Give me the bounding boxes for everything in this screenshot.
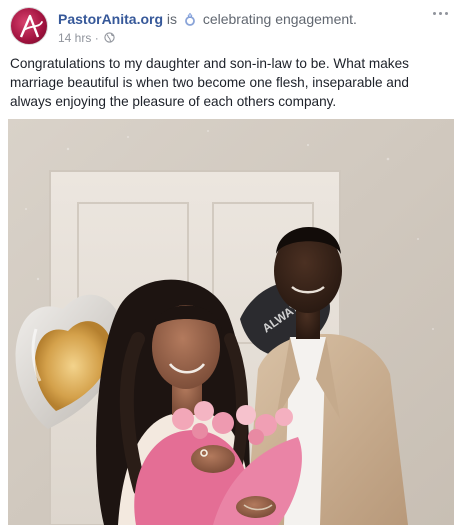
post-title-line: PastorAnita.org is celebrating engagemen… [58,11,357,27]
is-word: is [166,11,178,27]
meta-separator: · [94,31,99,45]
post-meta: 14 hrs · [58,31,115,45]
ring-icon [183,12,197,26]
post-photo[interactable]: ALWAYS [8,119,454,525]
timestamp-link[interactable]: 14 hrs [58,31,91,45]
post-header: PastorAnita.org is celebrating engagemen… [10,7,452,47]
page-avatar[interactable] [10,7,48,45]
globe-icon[interactable] [104,32,115,43]
more-options-icon[interactable] [430,7,452,21]
page-name-link[interactable]: PastorAnita.org [58,11,163,27]
facebook-post: PastorAnita.org is celebrating engagemen… [0,0,462,525]
activity-text: celebrating engagement. [202,11,357,27]
post-message: Congratulations to my daughter and son-i… [10,56,409,109]
